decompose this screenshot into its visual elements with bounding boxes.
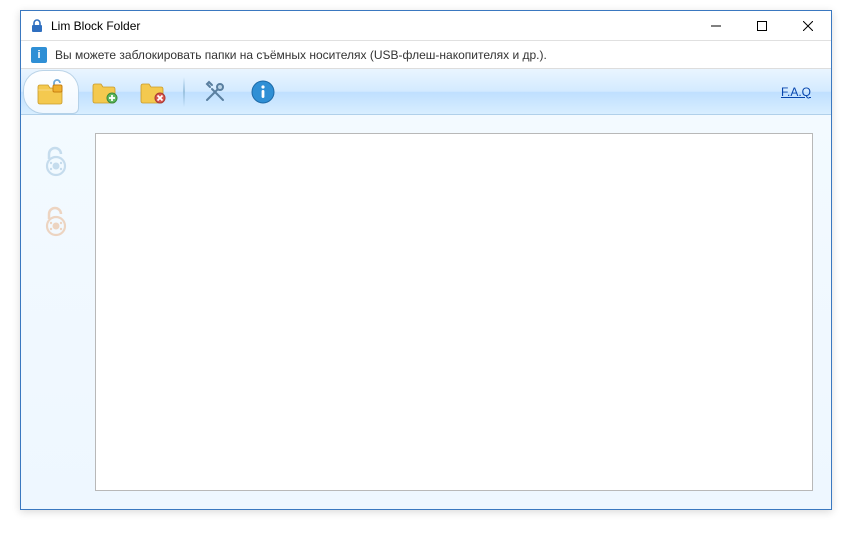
toolbar: F.A.Q <box>21 69 831 115</box>
infobar-text: Вы можете заблокировать папки на съёмных… <box>55 48 547 62</box>
toolbar-separator <box>183 77 185 107</box>
close-button[interactable] <box>785 11 831 40</box>
info-icon: i <box>31 47 47 63</box>
folder-list[interactable] <box>95 133 813 491</box>
lock-button[interactable] <box>36 201 76 241</box>
window-title: Lim Block Folder <box>51 19 693 33</box>
info-circle-icon <box>250 79 276 105</box>
unlock-button[interactable] <box>36 141 76 181</box>
add-folder-button[interactable] <box>83 72 127 112</box>
lock-folder-icon <box>36 78 66 106</box>
faq-link[interactable]: F.A.Q <box>781 85 811 99</box>
infobar: i Вы можете заблокировать папки на съёмн… <box>21 41 831 69</box>
side-toolbar <box>21 115 91 509</box>
lock-folder-button[interactable] <box>23 70 79 114</box>
maximize-button[interactable] <box>739 11 785 40</box>
window-controls <box>693 11 831 40</box>
app-window: Lim Block Folder i Вы можете заблокирова… <box>20 10 832 510</box>
remove-folder-icon <box>139 79 167 105</box>
remove-folder-button[interactable] <box>131 72 175 112</box>
unlock-icon <box>39 144 73 178</box>
add-folder-icon <box>91 79 119 105</box>
info-button[interactable] <box>241 72 285 112</box>
lock-icon <box>39 204 73 238</box>
app-icon <box>29 18 45 34</box>
settings-icon <box>202 79 228 105</box>
titlebar: Lim Block Folder <box>21 11 831 41</box>
main-area <box>21 115 831 509</box>
content-area <box>91 115 831 509</box>
settings-button[interactable] <box>193 72 237 112</box>
minimize-button[interactable] <box>693 11 739 40</box>
